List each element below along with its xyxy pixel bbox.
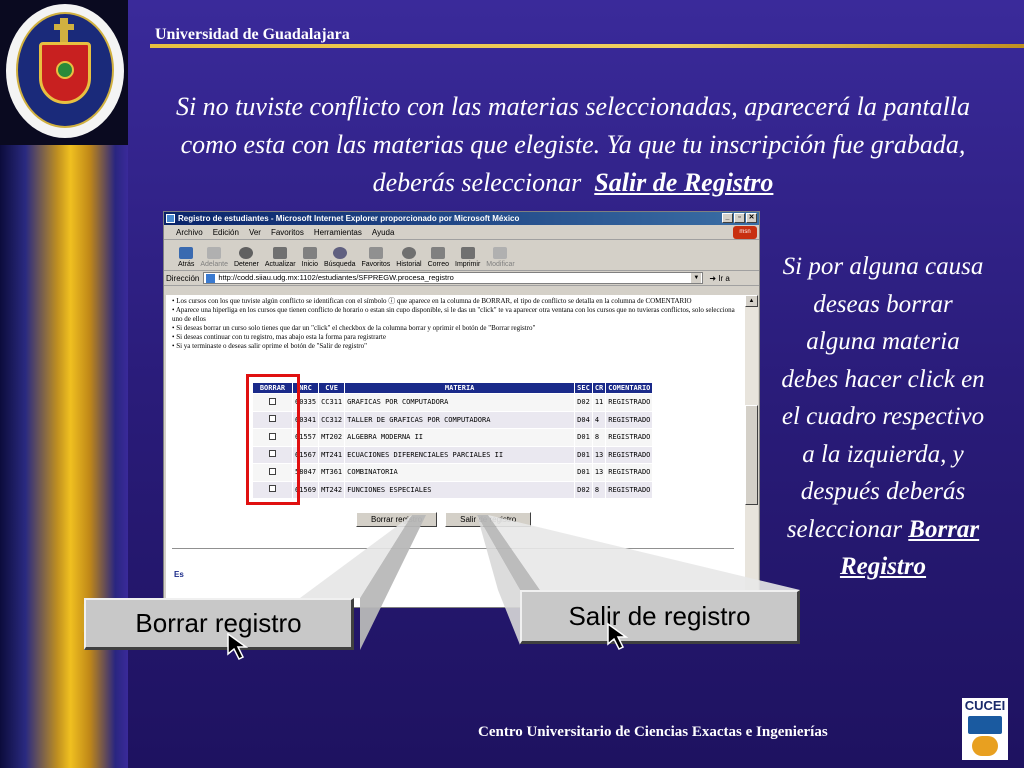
borrar-registro-callout: Borrar registro [84, 598, 354, 650]
toolbar-stop[interactable]: Detener [234, 247, 259, 268]
courses-table: BORRAR NRC CVE MATERIA SEC CR COMENTARIO… [252, 382, 654, 499]
url-input[interactable]: http://codd.siiau.udg.mx:1102/estudiante… [203, 272, 704, 284]
menu-bar: Archivo Edición Ver Favoritos Herramient… [164, 225, 759, 240]
col-materia: MATERIA [344, 382, 576, 394]
toolbar-back[interactable]: Atrás [178, 247, 194, 268]
toolbar-search[interactable]: Búsqueda [324, 247, 356, 268]
divider [172, 548, 734, 549]
salir-registro-button[interactable]: Salir de registro [445, 512, 532, 527]
menu-archivo[interactable]: Archivo [176, 225, 203, 239]
col-comentario: COMENTARIO [605, 382, 654, 394]
instruction-item: • Si deseas borrar un curso solo tienes … [172, 324, 536, 332]
back-arrow-icon [179, 247, 194, 259]
favorites-icon [368, 247, 383, 259]
mail-icon [431, 247, 446, 259]
address-label: Dirección [166, 273, 200, 283]
menu-herramientas[interactable]: Herramientas [314, 225, 362, 239]
go-button[interactable]: ➜ Ir a [709, 274, 730, 283]
scroll-thumb[interactable] [745, 405, 758, 505]
history-icon [401, 247, 416, 259]
side-instruction: Si por alguna causa deseas borrar alguna… [781, 253, 985, 580]
table-header-row: BORRAR NRC CVE MATERIA SEC CR COMENTARIO [252, 382, 654, 394]
borrar-column-highlight [246, 374, 300, 505]
address-bar: Dirección http://codd.siiau.udg.mx:1102/… [164, 271, 759, 286]
table-row: 60341 CC312 TALLER DE GRAFICAS POR COMPU… [252, 410, 654, 429]
university-logo [0, 0, 128, 145]
col-sec: SEC [574, 382, 593, 394]
toolbar-mail[interactable]: Correo [428, 247, 449, 268]
maximize-button[interactable]: ▫ [734, 213, 745, 223]
menu-favoritos[interactable]: Favoritos [271, 225, 304, 239]
toolbar-home[interactable]: Inicio [302, 247, 318, 268]
stop-icon [239, 247, 254, 259]
university-title: Universidad de Guadalajara [155, 26, 350, 43]
cursor-icon [607, 622, 629, 651]
instruction-item: • Aparece una hiperliga en los cursos qu… [172, 306, 735, 323]
salir-registro-callout: Salir de registro [520, 590, 800, 644]
instruction-item: • Si ya terminaste o deseas salir oprime… [172, 342, 367, 350]
msn-logo: msn [733, 226, 757, 239]
toolbar-forward[interactable]: Adelante [200, 247, 228, 268]
ie-icon [166, 214, 175, 223]
cursor-icon [227, 632, 249, 661]
chevron-down-icon[interactable]: ▼ [691, 273, 702, 283]
truncated-heading: Es [174, 570, 184, 579]
menu-ver[interactable]: Ver [249, 225, 261, 239]
instruction-item: • Los cursos con los que tuviste algún c… [172, 297, 692, 305]
borrar-registro-button[interactable]: Borrar registro [356, 512, 438, 527]
footer-text: Centro Universitario de Ciencias Exactas… [478, 724, 828, 740]
edit-icon [493, 247, 508, 259]
form-buttons: Borrar registro Salir de registro [356, 512, 532, 527]
instruction-item: • Si deseas continuar con tu registro, m… [172, 333, 386, 341]
menu-edicion[interactable]: Edición [213, 225, 239, 239]
close-button[interactable]: ✕ [746, 213, 757, 223]
search-icon [332, 247, 347, 259]
home-icon [302, 247, 317, 259]
table-row: 61569 MT242 FUNCIONES ESPECIALES D02 8 R… [252, 480, 654, 499]
col-cve: CVE [318, 382, 346, 394]
refresh-icon [273, 247, 288, 259]
main-instruction: Si no tuviste conflicto con las materias… [175, 92, 971, 197]
shield-icon [39, 42, 91, 104]
page-icon [206, 274, 216, 283]
minimize-button[interactable]: _ [722, 213, 733, 223]
toolbar-history[interactable]: Historial [396, 247, 422, 268]
vertical-scrollbar[interactable]: ▲ [745, 295, 758, 607]
table-row: 61557 MT202 ALGEBRA MODERNA II D01 8 REG… [252, 428, 654, 447]
toolbar-print[interactable]: Imprimir [455, 247, 480, 268]
col-cr: CR [591, 382, 607, 394]
header-rule [150, 44, 1024, 48]
table-row: 60335 CC311 GRAFICAS POR COMPUTADORA D02… [252, 393, 654, 412]
toolbar-edit[interactable]: Modificar [486, 247, 515, 268]
toolbar-favorites[interactable]: Favoritos [362, 247, 390, 268]
menu-ayuda[interactable]: Ayuda [372, 225, 395, 239]
forward-arrow-icon [207, 247, 222, 259]
main-link: Salir de Registro [594, 168, 774, 197]
table-row: 58047 MT361 COMBINATORIA D01 13 REGISTRA… [252, 463, 654, 482]
instructions-list: • Los cursos con los que tuviste algún c… [166, 295, 747, 351]
toolbar-refresh[interactable]: Actualizar [265, 247, 296, 268]
browser-toolbar: Atrás Adelante Detener Actualizar Inicio… [164, 240, 759, 271]
cucei-logo: CUCEI [962, 698, 1008, 760]
table-row: 61567 MT241 ECUACIONES DIFERENCIALES PAR… [252, 445, 654, 464]
browser-titlebar: Registro de estudiantes - Microsoft Inte… [164, 212, 759, 225]
print-icon [460, 247, 475, 259]
scroll-up-icon[interactable]: ▲ [745, 295, 758, 307]
